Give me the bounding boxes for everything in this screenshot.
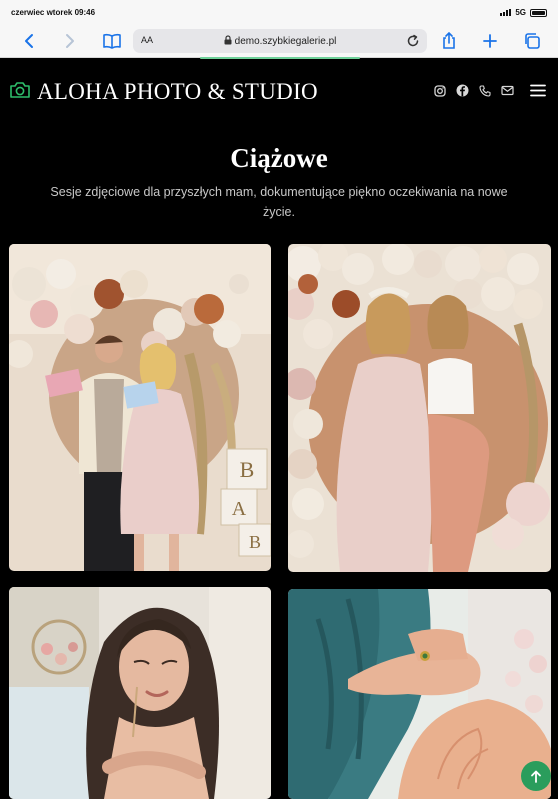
site-logo[interactable]: ALOHA PHOTO & STUDIO	[9, 79, 318, 105]
status-bar: czerwiec wtorek 09:46 5G	[0, 0, 558, 24]
brand-name: ALOHA PHOTO & STUDIO	[37, 79, 318, 104]
arrow-up-icon	[530, 770, 542, 783]
woman-portrait-photo[interactable]	[9, 587, 271, 799]
svg-text:B: B	[249, 532, 261, 552]
forward-icon[interactable]	[58, 29, 82, 53]
signal-icon	[500, 9, 512, 16]
hamburger-menu-icon[interactable]	[530, 84, 546, 97]
address-bar[interactable]: AA demo.szybkiegalerie.pl	[133, 29, 427, 53]
svg-text:B: B	[240, 457, 255, 482]
share-icon[interactable]	[437, 29, 461, 53]
mail-icon[interactable]	[501, 85, 514, 96]
back-to-top-button[interactable]	[521, 761, 551, 791]
url-display: demo.szybkiegalerie.pl	[133, 35, 427, 48]
instagram-icon[interactable]	[434, 84, 446, 97]
browser-toolbar: AA demo.szybkiegalerie.pl	[0, 24, 558, 58]
status-time: czerwiec wtorek 09:46	[11, 8, 96, 17]
page-subtitle: Sesje zdjęciowe dla przyszłych mam, doku…	[50, 185, 508, 219]
url-text: demo.szybkiegalerie.pl	[234, 36, 337, 47]
tabs-overview-icon[interactable]	[520, 29, 544, 53]
social-links	[434, 84, 546, 97]
phone-icon[interactable]	[479, 84, 491, 97]
lock-icon	[224, 35, 232, 48]
site-header: ALOHA PHOTO & STUDIO	[0, 59, 558, 125]
belly-closeup-photo[interactable]	[288, 589, 551, 799]
back-icon[interactable]	[17, 29, 41, 53]
bookmarks-icon[interactable]	[100, 29, 124, 53]
facebook-icon[interactable]	[456, 84, 469, 97]
status-indicators: 5G	[500, 8, 547, 17]
two-women-balloons-photo[interactable]	[288, 244, 551, 572]
svg-text:A: A	[232, 498, 247, 520]
reload-icon[interactable]	[406, 34, 420, 53]
battery-icon	[530, 8, 547, 17]
camera-icon	[9, 81, 31, 104]
network-label: 5G	[515, 8, 526, 17]
new-tab-icon[interactable]	[478, 29, 502, 53]
page-title: Ciążowe	[230, 143, 328, 173]
couple-balloons-photo[interactable]: B A B	[9, 244, 271, 571]
